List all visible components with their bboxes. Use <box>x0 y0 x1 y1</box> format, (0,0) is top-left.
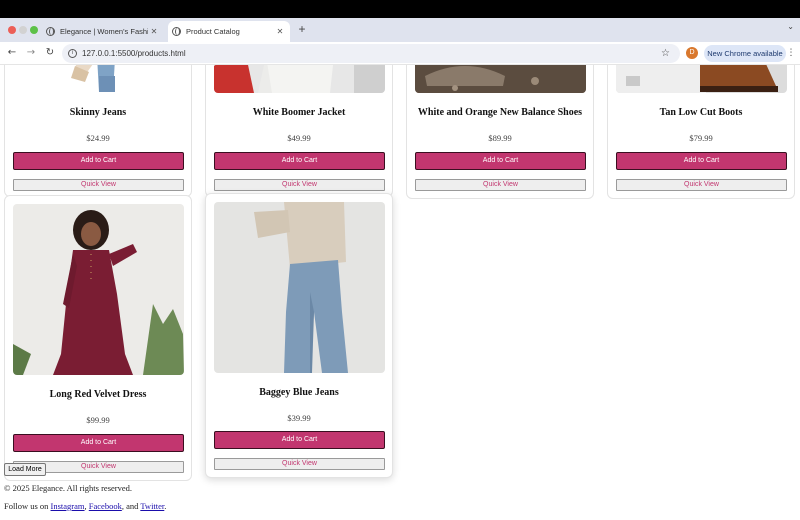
product-price: $39.99 <box>287 413 311 423</box>
instagram-link[interactable]: Instagram <box>51 501 85 511</box>
product-card: White and Orange New Balance Shoes $89.9… <box>406 65 594 199</box>
quick-view-button[interactable]: Quick View <box>415 179 586 191</box>
maximize-window-button[interactable] <box>30 26 38 34</box>
tab-strip: Elegance | Women's Fashion ✕ Product Cat… <box>0 18 800 42</box>
forward-arrow-icon[interactable]: → <box>24 46 38 60</box>
close-window-button[interactable] <box>8 26 16 34</box>
add-to-cart-button[interactable]: Add to Cart <box>214 152 385 170</box>
chevron-down-icon[interactable]: ⌄ <box>787 22 794 31</box>
product-card: White Boomer Jacket $49.99 Add to Cart Q… <box>205 65 393 197</box>
product-price: $79.99 <box>689 133 713 143</box>
update-chrome-button[interactable]: New Chrome available <box>704 45 786 62</box>
product-name: White Boomer Jacket <box>252 107 346 118</box>
tab-title: Product Catalog <box>186 27 240 36</box>
profile-avatar[interactable]: D <box>686 47 698 59</box>
product-card: Tan Low Cut Boots $79.99 Add to Cart Qui… <box>607 65 795 199</box>
product-price: $24.99 <box>86 133 110 143</box>
tab-title: Elegance | Women's Fashion <box>60 27 148 36</box>
product-image[interactable] <box>214 202 385 373</box>
product-image[interactable] <box>214 65 385 93</box>
footer-copyright: © 2025 Elegance. All rights reserved. <box>4 483 133 493</box>
product-card: Baggey Blue Jeans $39.99 Add to Cart Qui… <box>205 193 393 478</box>
url-text: 127.0.0.1:5500/products.html <box>82 49 186 58</box>
product-name: Skinny Jeans <box>69 107 127 118</box>
product-price: $99.99 <box>86 415 110 425</box>
tab-elegance[interactable]: Elegance | Women's Fashion ✕ <box>42 21 164 42</box>
period: . <box>164 501 167 511</box>
product-name: Tan Low Cut Boots <box>659 107 743 118</box>
twitter-link[interactable]: Twitter <box>140 501 164 511</box>
footer-social: Follow us on Instagram, Facebook, and Tw… <box>4 501 166 511</box>
quick-view-button[interactable]: Quick View <box>214 179 385 191</box>
bookmark-star-icon[interactable]: ☆ <box>661 44 670 63</box>
separator: , and <box>121 501 141 511</box>
browser-toolbar: ← → ↻ i 127.0.0.1:5500/products.html ☆ D… <box>0 42 800 65</box>
follow-prefix: Follow us on <box>4 501 51 511</box>
add-to-cart-button[interactable]: Add to Cart <box>415 152 586 170</box>
page-viewport: Skinny Jeans $24.99 Add to Cart Quick Vi… <box>0 65 800 520</box>
product-name: Long Red Velvet Dress <box>49 389 147 400</box>
product-image[interactable] <box>415 65 586 93</box>
screen-top-bar <box>0 0 800 18</box>
product-price: $49.99 <box>287 133 311 143</box>
product-image[interactable] <box>13 65 184 93</box>
new-tab-button[interactable]: + <box>295 21 309 37</box>
product-image[interactable] <box>616 65 787 93</box>
quick-view-button[interactable]: Quick View <box>616 179 787 191</box>
address-bar[interactable]: i 127.0.0.1:5500/products.html ☆ <box>62 44 680 63</box>
add-to-cart-button[interactable]: Add to Cart <box>13 434 184 452</box>
facebook-link[interactable]: Facebook <box>89 501 122 511</box>
back-arrow-icon[interactable]: ← <box>5 46 19 60</box>
minimize-window-button[interactable] <box>19 26 27 34</box>
product-name: Baggey Blue Jeans <box>259 387 339 398</box>
close-tab-icon[interactable]: ✕ <box>274 27 286 36</box>
quick-view-button[interactable]: Quick View <box>13 179 184 191</box>
site-info-icon[interactable]: i <box>68 49 77 58</box>
add-to-cart-button[interactable]: Add to Cart <box>616 152 787 170</box>
add-to-cart-button[interactable]: Add to Cart <box>13 152 184 170</box>
close-tab-icon[interactable]: ✕ <box>148 27 160 36</box>
product-image[interactable] <box>13 204 184 375</box>
globe-icon <box>172 27 181 36</box>
tab-product-catalog[interactable]: Product Catalog ✕ <box>168 21 290 42</box>
add-to-cart-button[interactable]: Add to Cart <box>214 431 385 449</box>
product-card: Skinny Jeans $24.99 Add to Cart Quick Vi… <box>4 65 192 197</box>
load-more-button[interactable]: Load More <box>4 463 46 476</box>
quick-view-button[interactable]: Quick View <box>214 458 385 470</box>
product-card: Long Red Velvet Dress $99.99 Add to Cart… <box>4 195 192 481</box>
reload-icon[interactable]: ↻ <box>43 46 57 60</box>
more-menu-icon[interactable]: ⋮ <box>786 45 796 62</box>
product-price: $89.99 <box>488 133 512 143</box>
product-name: White and Orange New Balance Shoes <box>417 107 583 118</box>
globe-icon <box>46 27 55 36</box>
